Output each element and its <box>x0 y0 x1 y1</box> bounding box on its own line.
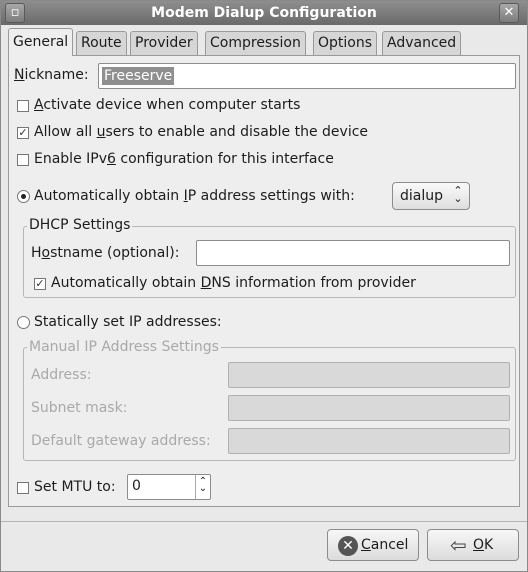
gateway-label: Default gateway address: <box>31 433 211 449</box>
ok-arrow-icon: ⇦ <box>450 533 467 557</box>
chevron-down-icon: ⌄ <box>198 483 208 494</box>
nickname-value: Freeserve <box>102 67 175 85</box>
manual-ip-title: Manual IP Address Settings <box>27 339 221 355</box>
nickname-label: Nickname: <box>14 67 89 83</box>
cancel-icon: ✕ <box>338 536 358 556</box>
auto-ip-radio[interactable] <box>17 190 30 203</box>
subnet-mask-label: Subnet mask: <box>31 400 128 416</box>
combo-updown-icon: ⌃ ⌄ <box>453 184 463 205</box>
window-title: Modem Dialup Configuration <box>151 5 377 21</box>
tab-route[interactable]: Route <box>76 31 127 55</box>
allow-users-label[interactable]: Allow all users to enable and disable th… <box>34 124 368 140</box>
auto-dns-label[interactable]: Automatically obtain DNS information fro… <box>51 275 416 291</box>
tab-options[interactable]: Options <box>313 31 378 55</box>
static-ip-label[interactable]: Statically set IP addresses: <box>34 314 222 330</box>
mtu-label[interactable]: Set MTU to: <box>34 479 116 495</box>
cancel-button[interactable]: ✕ Cancel <box>327 529 419 561</box>
ok-label: OK <box>473 537 494 553</box>
close-window-button[interactable]: ✕ <box>499 3 519 23</box>
radio-selected-dot <box>21 194 26 199</box>
nickname-field[interactable]: Freeserve <box>98 63 516 89</box>
mtu-checkbox[interactable] <box>17 482 29 494</box>
auto-ip-label[interactable]: Automatically obtain IP address settings… <box>34 188 355 204</box>
mtu-spinbutton[interactable]: 0 ⌃ ⌄ <box>127 474 211 500</box>
hostname-label: Hostname (optional): <box>31 245 180 261</box>
ipv6-label[interactable]: Enable IPv6 configuration for this inter… <box>34 151 334 167</box>
mtu-decrement-button[interactable]: ⌄ <box>195 484 210 499</box>
title-bar[interactable]: ▫ Modem Dialup Configuration ✕ <box>1 1 527 25</box>
address-field[interactable] <box>228 362 510 388</box>
dialog-window: ▫ Modem Dialup Configuration ✕ General R… <box>0 0 528 572</box>
cancel-label: Cancel <box>361 537 409 553</box>
ip-method-combo[interactable]: dialup ⌃ ⌄ <box>392 182 470 210</box>
activate-label[interactable]: Activate device when computer starts <box>34 97 300 113</box>
hostname-field[interactable] <box>196 240 510 266</box>
checkmark-icon: ✓ <box>35 277 45 290</box>
close-icon: ✕ <box>503 5 515 20</box>
mtu-value: 0 <box>132 478 141 494</box>
subnet-mask-field[interactable] <box>228 395 510 421</box>
window-menu-button[interactable]: ▫ <box>5 3 25 23</box>
ok-button[interactable]: ⇦ OK <box>427 529 519 561</box>
tab-provider[interactable]: Provider <box>130 31 198 55</box>
allow-users-checkbox[interactable]: ✓ <box>17 127 29 139</box>
gateway-field[interactable] <box>228 428 510 454</box>
button-area-separator <box>1 521 527 522</box>
window-menu-icon: ▫ <box>10 5 20 20</box>
checkmark-icon: ✓ <box>18 126 28 139</box>
tab-advanced[interactable]: Advanced <box>382 31 462 55</box>
static-ip-radio[interactable] <box>17 316 30 329</box>
dhcp-settings-title: DHCP Settings <box>27 217 133 233</box>
activate-checkbox[interactable] <box>17 100 29 112</box>
address-label: Address: <box>31 367 92 383</box>
tab-general[interactable]: General <box>8 28 74 56</box>
tab-compression[interactable]: Compression <box>205 31 306 55</box>
general-tab-panel: Nickname: Freeserve Activate device when… <box>8 55 520 507</box>
auto-dns-checkbox[interactable]: ✓ <box>34 278 46 290</box>
ipv6-checkbox[interactable] <box>17 154 29 166</box>
ip-method-value: dialup <box>400 188 444 204</box>
